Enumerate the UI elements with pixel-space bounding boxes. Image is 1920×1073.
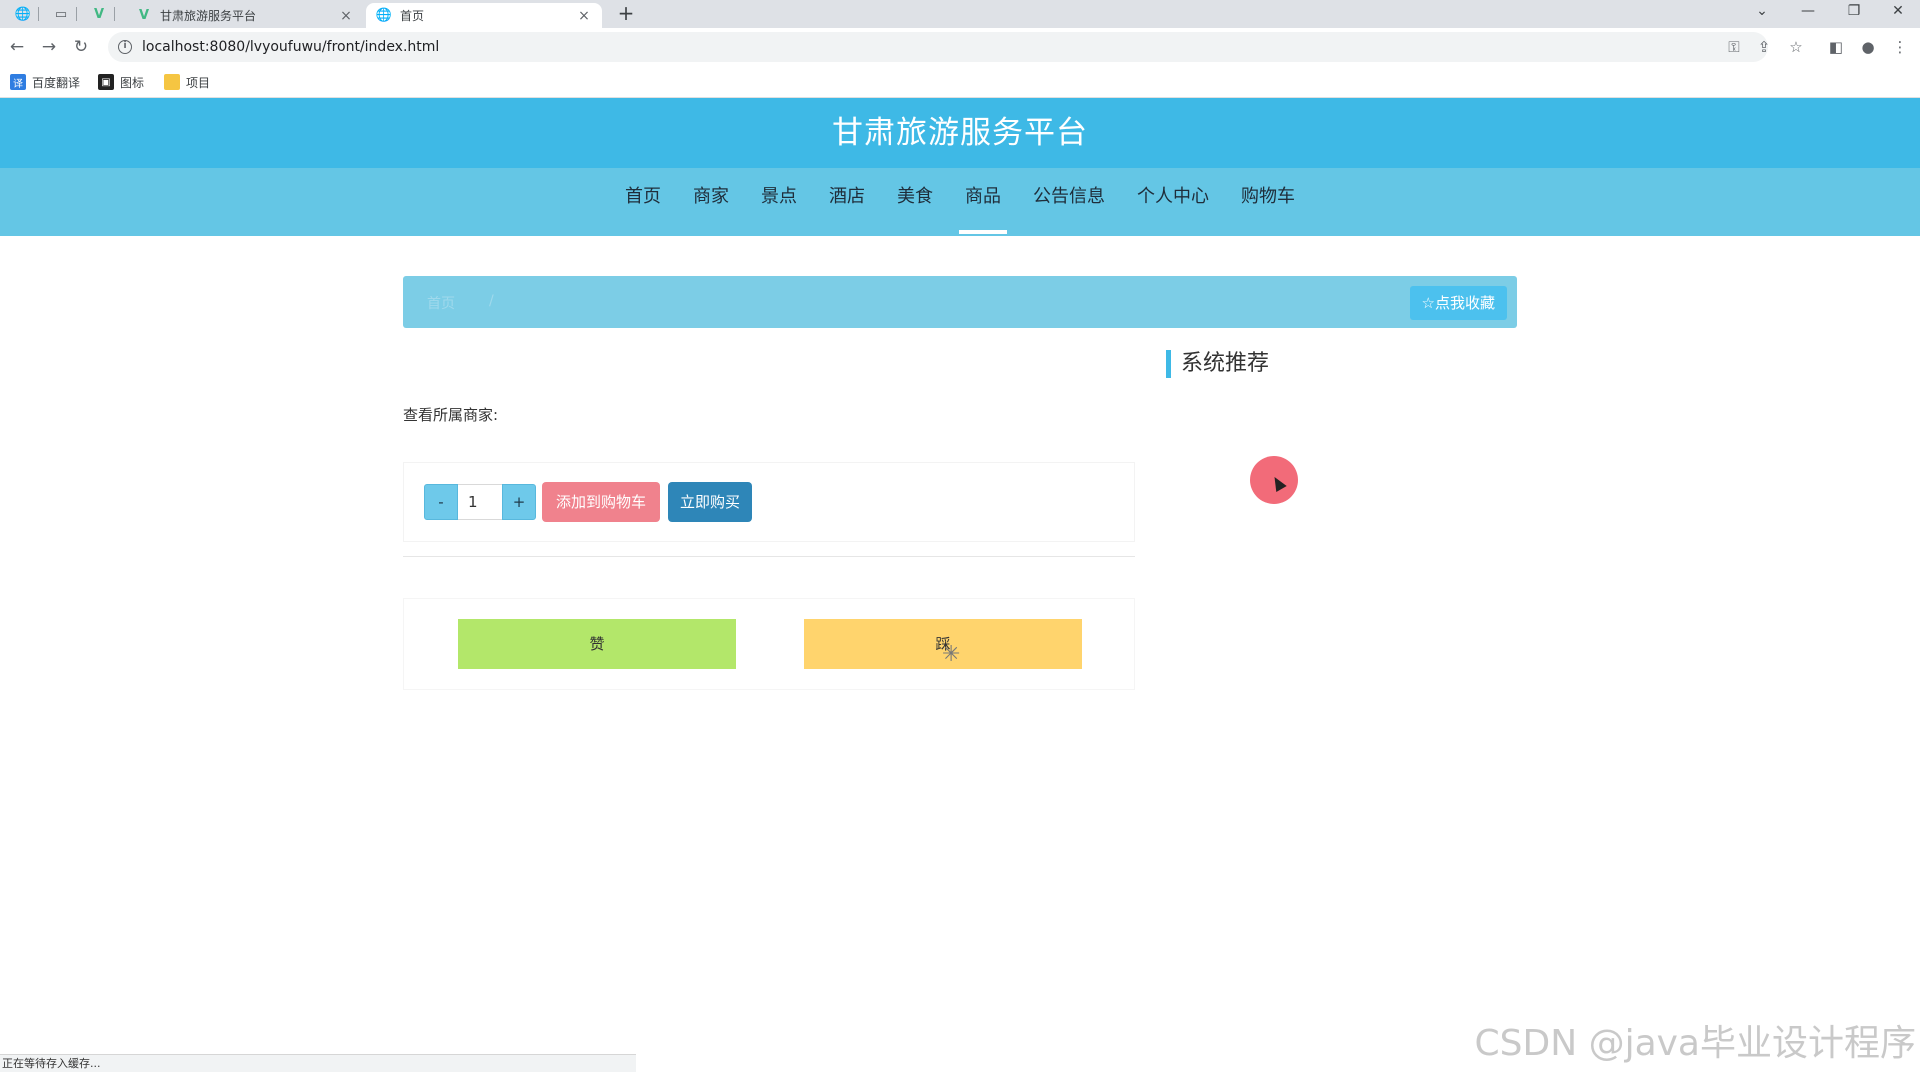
bookmark-label: 图标 bbox=[120, 75, 145, 90]
close-icon[interactable]: × bbox=[338, 8, 354, 24]
blank-page-icon: ▭ bbox=[54, 6, 68, 22]
close-icon[interactable]: × bbox=[576, 8, 592, 24]
pinned-tab-globe[interactable]: 🌐 bbox=[8, 3, 39, 25]
tab-home[interactable]: 🌐 首页 × bbox=[366, 3, 602, 28]
quantity-decrease-button[interactable]: - bbox=[424, 484, 458, 520]
nav-item-hotels[interactable]: 酒店 bbox=[813, 168, 881, 236]
nav-item-attractions[interactable]: 景点 bbox=[745, 168, 813, 236]
breadcrumb-home[interactable]: 首页 bbox=[427, 293, 455, 313]
quantity-input[interactable]: 1 bbox=[458, 484, 502, 520]
bookmarks-bar: 译 百度翻译 ▣ 图标 项目 bbox=[0, 66, 1920, 98]
pinned-tab-vue[interactable]: V bbox=[84, 3, 115, 25]
buy-now-button[interactable]: 立即购买 bbox=[668, 482, 752, 522]
page-content: 甘肃旅游服务平台 首页 商家 景点 酒店 美食 商品 公告信息 个人中心 购物车… bbox=[0, 98, 1920, 1072]
browser-tab-strip: 🌐 ▭ V V 甘肃旅游服务平台 × 🌐 首页 × + ⌄ — ❐ ✕ bbox=[0, 0, 1920, 28]
nav-item-home[interactable]: 首页 bbox=[609, 168, 677, 236]
pinned-tab-blank[interactable]: ▭ bbox=[46, 3, 77, 25]
add-to-cart-button[interactable]: 添加到购物车 bbox=[542, 482, 660, 522]
favorite-button[interactable]: ☆点我收藏 bbox=[1409, 286, 1507, 320]
bookmark-label: 百度翻译 bbox=[32, 75, 81, 90]
site-header: 甘肃旅游服务平台 bbox=[0, 98, 1920, 168]
globe-icon: 🌐 bbox=[14, 6, 32, 22]
globe-icon: 🌐 bbox=[375, 8, 393, 23]
restore-button[interactable]: ❐ bbox=[1832, 0, 1876, 28]
vue-logo-icon: V bbox=[93, 6, 105, 22]
favorite-button-label: 点我收藏 bbox=[1434, 294, 1495, 312]
tab-platform[interactable]: V 甘肃旅游服务平台 × bbox=[126, 3, 364, 28]
breadcrumb: 首页 / ☆点我收藏 bbox=[403, 276, 1517, 328]
recommend-title: 系统推荐 bbox=[1166, 350, 1269, 378]
profile-avatar-icon[interactable]: ● bbox=[1856, 35, 1880, 59]
address-bar[interactable]: i localhost:8080/lvyoufuwu/front/index.h… bbox=[108, 32, 1768, 62]
key-icon[interactable]: ⚿ bbox=[1722, 35, 1746, 59]
bookmark-project[interactable]: 项目 bbox=[164, 72, 210, 92]
menu-kebab-icon[interactable]: ⋮ bbox=[1888, 35, 1912, 59]
tab-title: 首页 bbox=[400, 9, 425, 23]
bookmark-label: 项目 bbox=[186, 75, 211, 90]
vue-logo-icon: V bbox=[138, 8, 150, 23]
bookmark-baidu-translate[interactable]: 译 百度翻译 bbox=[10, 72, 80, 92]
folder-icon bbox=[164, 74, 180, 90]
breadcrumb-separator: / bbox=[489, 293, 494, 309]
like-button[interactable]: 赞 bbox=[458, 619, 736, 669]
browser-toolbar: ← → ↻ i localhost:8080/lvyoufuwu/front/i… bbox=[0, 28, 1920, 66]
forward-arrow-icon[interactable]: → bbox=[36, 35, 62, 59]
nav-item-personal-center[interactable]: 个人中心 bbox=[1121, 168, 1225, 236]
site-title: 甘肃旅游服务平台 bbox=[832, 115, 1088, 151]
image-icon: ▣ bbox=[98, 74, 114, 90]
site-info-icon[interactable]: i bbox=[118, 40, 132, 54]
back-arrow-icon[interactable]: ← bbox=[4, 35, 30, 59]
translate-icon: 译 bbox=[10, 74, 26, 90]
minimize-button[interactable]: — bbox=[1786, 0, 1830, 28]
vote-panel: 赞 踩 bbox=[403, 598, 1135, 690]
loading-spinner-icon: ✳ bbox=[942, 642, 961, 667]
bookmark-icons[interactable]: ▣ 图标 bbox=[98, 72, 144, 92]
status-bar: 正在等待存入缓存... bbox=[0, 1054, 636, 1072]
purchase-panel: - 1 + 添加到购物车 立即购买 bbox=[403, 462, 1135, 542]
share-icon[interactable]: ⇪ bbox=[1752, 35, 1776, 59]
side-panel-icon[interactable]: ◧ bbox=[1824, 35, 1848, 59]
nav-item-cart[interactable]: 购物车 bbox=[1225, 168, 1311, 236]
nav-item-products[interactable]: 商品 bbox=[949, 168, 1017, 236]
quantity-increase-button[interactable]: + bbox=[502, 484, 536, 520]
reload-icon[interactable]: ↻ bbox=[68, 35, 94, 59]
view-merchant-link[interactable]: 查看所属商家: bbox=[403, 404, 498, 425]
watermark: CSDN @java毕业设计程序 bbox=[1474, 1023, 1916, 1064]
tab-search-chevron-icon[interactable]: ⌄ bbox=[1740, 0, 1784, 28]
new-tab-button[interactable]: + bbox=[614, 2, 638, 26]
main-nav: 首页 商家 景点 酒店 美食 商品 公告信息 个人中心 购物车 bbox=[0, 168, 1920, 236]
section-divider bbox=[403, 556, 1135, 557]
nav-item-announcements[interactable]: 公告信息 bbox=[1017, 168, 1121, 236]
nav-item-food[interactable]: 美食 bbox=[881, 168, 949, 236]
tab-title: 甘肃旅游服务平台 bbox=[160, 9, 257, 23]
nav-item-merchants[interactable]: 商家 bbox=[677, 168, 745, 236]
star-icon: ☆ bbox=[1421, 294, 1435, 312]
address-url[interactable]: localhost:8080/lvyoufuwu/front/index.htm… bbox=[142, 39, 439, 55]
bookmark-star-icon[interactable]: ☆ bbox=[1784, 35, 1808, 59]
close-window-button[interactable]: ✕ bbox=[1876, 0, 1920, 28]
